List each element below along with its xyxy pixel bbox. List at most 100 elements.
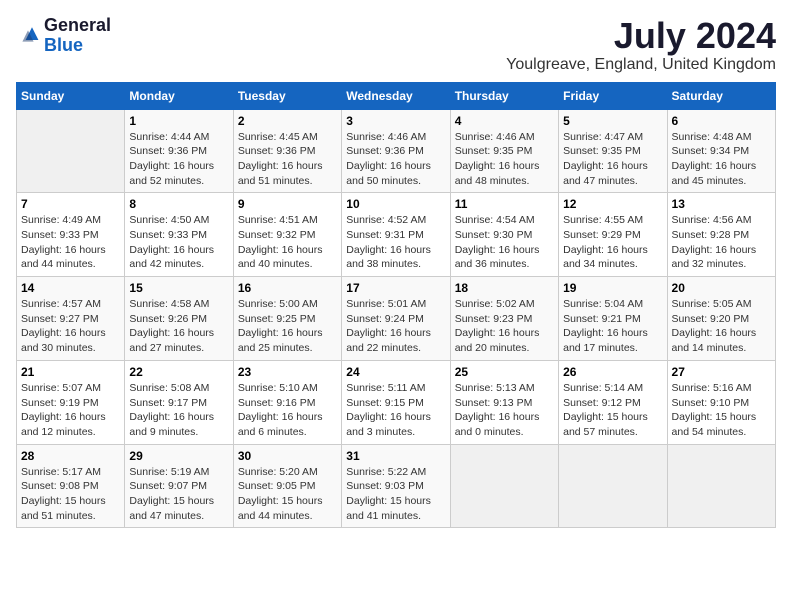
day-number: 26	[563, 365, 662, 379]
day-number: 8	[129, 197, 228, 211]
calendar-header: SundayMondayTuesdayWednesdayThursdayFrid…	[17, 82, 776, 109]
calendar-week-row: 1 Sunrise: 4:44 AM Sunset: 9:36 PM Daylig…	[17, 109, 776, 193]
calendar-cell: 25 Sunrise: 5:13 AM Sunset: 9:13 PM Dayli…	[450, 360, 558, 444]
calendar-cell: 8 Sunrise: 4:50 AM Sunset: 9:33 PM Daylig…	[125, 193, 233, 277]
day-number: 11	[455, 197, 554, 211]
month-title: July 2024	[506, 16, 776, 56]
calendar-cell: 1 Sunrise: 4:44 AM Sunset: 9:36 PM Daylig…	[125, 109, 233, 193]
day-info: Sunrise: 4:44 AM Sunset: 9:36 PM Dayligh…	[129, 130, 228, 189]
day-info: Sunrise: 4:47 AM Sunset: 9:35 PM Dayligh…	[563, 130, 662, 189]
calendar-cell: 21 Sunrise: 5:07 AM Sunset: 9:19 PM Dayli…	[17, 360, 125, 444]
day-number: 1	[129, 114, 228, 128]
day-info: Sunrise: 5:22 AM Sunset: 9:03 PM Dayligh…	[346, 465, 445, 524]
day-number: 20	[672, 281, 771, 295]
calendar-cell: 3 Sunrise: 4:46 AM Sunset: 9:36 PM Daylig…	[342, 109, 450, 193]
day-info: Sunrise: 5:14 AM Sunset: 9:12 PM Dayligh…	[563, 381, 662, 440]
day-number: 15	[129, 281, 228, 295]
day-info: Sunrise: 4:50 AM Sunset: 9:33 PM Dayligh…	[129, 213, 228, 272]
day-info: Sunrise: 5:19 AM Sunset: 9:07 PM Dayligh…	[129, 465, 228, 524]
day-number: 16	[238, 281, 337, 295]
day-number: 2	[238, 114, 337, 128]
day-info: Sunrise: 5:17 AM Sunset: 9:08 PM Dayligh…	[21, 465, 120, 524]
calendar-cell: 22 Sunrise: 5:08 AM Sunset: 9:17 PM Dayli…	[125, 360, 233, 444]
day-number: 31	[346, 449, 445, 463]
weekday-header-tuesday: Tuesday	[233, 82, 341, 109]
calendar-cell: 6Sunrise: 4:48 AM Sunset: 9:34 PM Daylig…	[667, 109, 775, 193]
logo-general-text: General	[44, 15, 111, 35]
day-info: Sunrise: 5:07 AM Sunset: 9:19 PM Dayligh…	[21, 381, 120, 440]
weekday-header-thursday: Thursday	[450, 82, 558, 109]
day-info: Sunrise: 5:05 AM Sunset: 9:20 PM Dayligh…	[672, 297, 771, 356]
day-info: Sunrise: 4:55 AM Sunset: 9:29 PM Dayligh…	[563, 213, 662, 272]
calendar-cell: 11Sunrise: 4:54 AM Sunset: 9:30 PM Dayli…	[450, 193, 558, 277]
day-info: Sunrise: 4:56 AM Sunset: 9:28 PM Dayligh…	[672, 213, 771, 272]
day-info: Sunrise: 4:46 AM Sunset: 9:35 PM Dayligh…	[455, 130, 554, 189]
calendar-cell	[667, 444, 775, 528]
calendar-table: SundayMondayTuesdayWednesdayThursdayFrid…	[16, 82, 776, 529]
calendar-cell: 17 Sunrise: 5:01 AM Sunset: 9:24 PM Dayli…	[342, 277, 450, 361]
day-info: Sunrise: 4:49 AM Sunset: 9:33 PM Dayligh…	[21, 213, 120, 272]
calendar-cell	[17, 109, 125, 193]
day-info: Sunrise: 5:13 AM Sunset: 9:13 PM Dayligh…	[455, 381, 554, 440]
calendar-cell: 5Sunrise: 4:47 AM Sunset: 9:35 PM Daylig…	[559, 109, 667, 193]
weekday-header-sunday: Sunday	[17, 82, 125, 109]
day-info: Sunrise: 5:01 AM Sunset: 9:24 PM Dayligh…	[346, 297, 445, 356]
day-info: Sunrise: 4:45 AM Sunset: 9:36 PM Dayligh…	[238, 130, 337, 189]
calendar-week-row: 14Sunrise: 4:57 AM Sunset: 9:27 PM Dayli…	[17, 277, 776, 361]
day-info: Sunrise: 4:46 AM Sunset: 9:36 PM Dayligh…	[346, 130, 445, 189]
day-number: 17	[346, 281, 445, 295]
day-number: 18	[455, 281, 554, 295]
day-number: 24	[346, 365, 445, 379]
day-info: Sunrise: 5:16 AM Sunset: 9:10 PM Dayligh…	[672, 381, 771, 440]
logo-icon	[16, 24, 40, 48]
day-number: 4	[455, 114, 554, 128]
day-number: 14	[21, 281, 120, 295]
calendar-cell: 4 Sunrise: 4:46 AM Sunset: 9:35 PM Daylig…	[450, 109, 558, 193]
calendar-cell: 31 Sunrise: 5:22 AM Sunset: 9:03 PM Dayli…	[342, 444, 450, 528]
calendar-cell: 27 Sunrise: 5:16 AM Sunset: 9:10 PM Dayli…	[667, 360, 775, 444]
calendar-body: 1 Sunrise: 4:44 AM Sunset: 9:36 PM Daylig…	[17, 109, 776, 528]
calendar-cell: 7 Sunrise: 4:49 AM Sunset: 9:33 PM Daylig…	[17, 193, 125, 277]
calendar-cell: 14Sunrise: 4:57 AM Sunset: 9:27 PM Dayli…	[17, 277, 125, 361]
calendar-cell: 2 Sunrise: 4:45 AM Sunset: 9:36 PM Daylig…	[233, 109, 341, 193]
day-number: 22	[129, 365, 228, 379]
day-number: 21	[21, 365, 120, 379]
calendar-cell: 12 Sunrise: 4:55 AM Sunset: 9:29 PM Dayli…	[559, 193, 667, 277]
day-number: 13	[672, 197, 771, 211]
logo-blue-text: Blue	[44, 35, 83, 55]
day-number: 9	[238, 197, 337, 211]
day-number: 27	[672, 365, 771, 379]
day-info: Sunrise: 5:08 AM Sunset: 9:17 PM Dayligh…	[129, 381, 228, 440]
calendar-cell: 13 Sunrise: 4:56 AM Sunset: 9:28 PM Dayli…	[667, 193, 775, 277]
calendar-cell: 23Sunrise: 5:10 AM Sunset: 9:16 PM Dayli…	[233, 360, 341, 444]
weekday-header-friday: Friday	[559, 82, 667, 109]
day-number: 29	[129, 449, 228, 463]
calendar-cell: 28 Sunrise: 5:17 AM Sunset: 9:08 PM Dayli…	[17, 444, 125, 528]
calendar-cell	[559, 444, 667, 528]
title-area: July 2024 Youlgreave, England, United Ki…	[506, 16, 776, 74]
day-number: 3	[346, 114, 445, 128]
day-number: 25	[455, 365, 554, 379]
day-info: Sunrise: 5:10 AM Sunset: 9:16 PM Dayligh…	[238, 381, 337, 440]
day-info: Sunrise: 4:52 AM Sunset: 9:31 PM Dayligh…	[346, 213, 445, 272]
calendar-week-row: 28 Sunrise: 5:17 AM Sunset: 9:08 PM Dayli…	[17, 444, 776, 528]
calendar-cell: 16Sunrise: 5:00 AM Sunset: 9:25 PM Dayli…	[233, 277, 341, 361]
calendar-week-row: 21 Sunrise: 5:07 AM Sunset: 9:19 PM Dayli…	[17, 360, 776, 444]
day-number: 7	[21, 197, 120, 211]
day-info: Sunrise: 5:02 AM Sunset: 9:23 PM Dayligh…	[455, 297, 554, 356]
calendar-cell	[450, 444, 558, 528]
day-number: 19	[563, 281, 662, 295]
day-number: 28	[21, 449, 120, 463]
calendar-cell: 29 Sunrise: 5:19 AM Sunset: 9:07 PM Dayli…	[125, 444, 233, 528]
day-info: Sunrise: 4:58 AM Sunset: 9:26 PM Dayligh…	[129, 297, 228, 356]
calendar-cell: 30Sunrise: 5:20 AM Sunset: 9:05 PM Dayli…	[233, 444, 341, 528]
weekday-header-monday: Monday	[125, 82, 233, 109]
day-info: Sunrise: 5:04 AM Sunset: 9:21 PM Dayligh…	[563, 297, 662, 356]
day-number: 12	[563, 197, 662, 211]
location-subtitle: Youlgreave, England, United Kingdom	[506, 56, 776, 74]
day-info: Sunrise: 4:51 AM Sunset: 9:32 PM Dayligh…	[238, 213, 337, 272]
calendar-week-row: 7 Sunrise: 4:49 AM Sunset: 9:33 PM Daylig…	[17, 193, 776, 277]
day-info: Sunrise: 5:20 AM Sunset: 9:05 PM Dayligh…	[238, 465, 337, 524]
weekday-header-saturday: Saturday	[667, 82, 775, 109]
calendar-cell: 18 Sunrise: 5:02 AM Sunset: 9:23 PM Dayli…	[450, 277, 558, 361]
